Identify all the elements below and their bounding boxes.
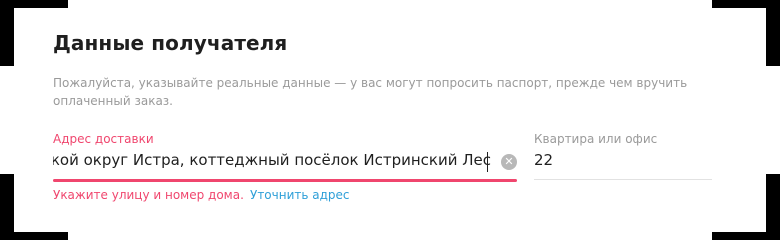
frame-corner-bottom-right [766,174,780,240]
refine-address-link[interactable]: Уточнить адрес [250,188,350,202]
frame-edge-top-right [712,0,780,8]
frame-edge-bottom-right [712,232,780,240]
address-error-message: Укажите улицу и номер дома. [53,188,244,202]
clear-icon[interactable]: ✕ [501,154,517,170]
delivery-address-field[interactable]: Адрес доставки ской округ Истра, коттедж… [53,132,517,182]
section-title: Данные получателя [53,31,288,55]
apartment-underline [534,179,712,180]
delivery-address-label: Адрес доставки [53,132,154,146]
apartment-field[interactable]: Квартира или офис 22 [534,132,712,180]
frame-edge-top-left [0,0,68,8]
delivery-address-input[interactable]: ской округ Истра, коттеджный посёлок Ист… [53,149,491,175]
apartment-input[interactable]: 22 [534,151,553,169]
frame-corner-top-right [766,0,780,66]
frame-corner-top-left [0,0,14,66]
frame-edge-bottom-left [0,232,68,240]
apartment-label: Квартира или офис [534,132,658,146]
delivery-address-value[interactable]: ской округ Истра, коттеджный посёлок Ист… [53,151,491,169]
section-hint: Пожалуйста, указывайте реальные данные —… [53,76,688,108]
delivery-address-underline [53,179,517,182]
frame-corner-bottom-left [0,174,14,240]
text-cursor [487,152,488,172]
